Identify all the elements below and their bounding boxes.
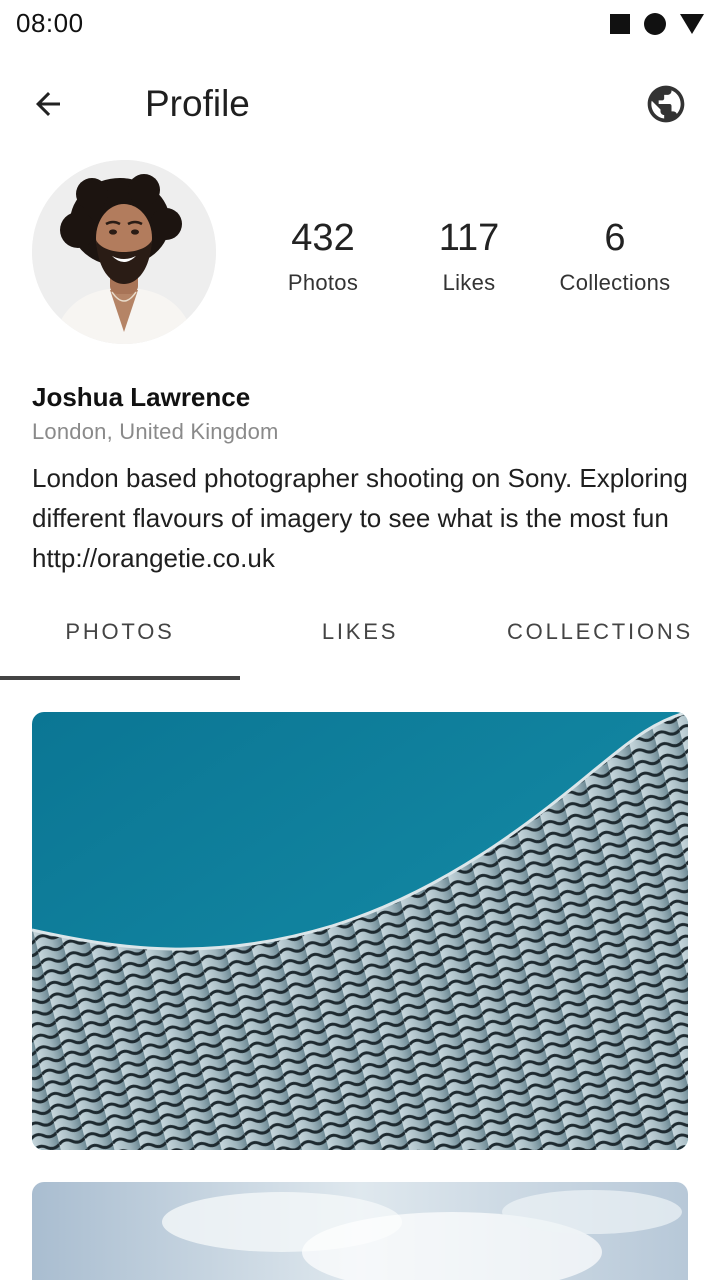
avatar <box>32 160 216 344</box>
user-name: Joshua Lawrence <box>32 382 251 412</box>
globe-button[interactable] <box>642 80 690 128</box>
stat-value: 117 <box>438 217 500 259</box>
tab-collections[interactable]: COLLECTIONS <box>480 586 720 678</box>
status-bar: 08:00 <box>0 0 720 48</box>
avatar-image <box>32 160 216 344</box>
square-icon <box>610 14 630 34</box>
stat-value: 432 <box>291 217 355 259</box>
page-title: Profile <box>145 83 250 124</box>
stat-collections[interactable]: 6 Collections <box>540 212 690 296</box>
photo-card[interactable] <box>32 712 688 1150</box>
stat-value: 6 <box>604 217 626 259</box>
tab-indicator <box>0 676 240 680</box>
profile-tabs: PHOTOS LIKES COLLECTIONS <box>0 586 720 682</box>
stat-photos[interactable]: 432 Photos <box>248 212 398 296</box>
app-bar: Profile <box>0 56 720 152</box>
photo-image <box>32 1182 688 1280</box>
stat-label: Photos <box>287 270 359 295</box>
tab-likes[interactable]: LIKES <box>240 586 480 678</box>
globe-icon <box>647 85 685 123</box>
user-location: London, United Kingdom <box>32 419 279 444</box>
triangle-icon <box>680 14 704 34</box>
stat-label: Collections <box>559 270 671 295</box>
status-icons <box>610 13 704 35</box>
photo-image <box>32 712 688 1150</box>
back-button[interactable] <box>24 80 72 128</box>
arrow-left-icon <box>36 92 60 116</box>
status-time: 08:00 <box>16 8 84 38</box>
profile-screen: 08:00 Profile 432 Photos 117 Likes 6 Col… <box>0 0 720 1280</box>
stat-likes[interactable]: 117 Likes <box>394 212 544 296</box>
tab-photos[interactable]: PHOTOS <box>0 586 240 678</box>
circle-icon <box>644 13 666 35</box>
profile-stats: 432 Photos 117 Likes 6 Collections <box>248 212 708 308</box>
stat-label: Likes <box>442 270 496 295</box>
photo-card[interactable] <box>32 1182 688 1280</box>
user-bio: London based photographer shooting on So… <box>32 463 688 573</box>
